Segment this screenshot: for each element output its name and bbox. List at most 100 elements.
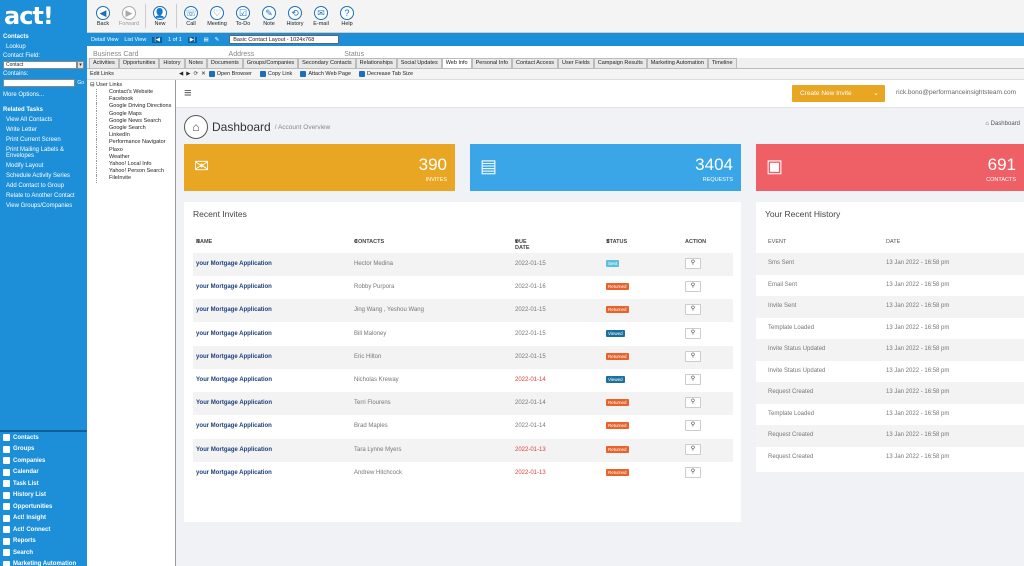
tab-user-fields[interactable]: User Fields bbox=[557, 58, 594, 68]
decrease-tab-size-button[interactable]: Decrease Tab Size bbox=[359, 71, 413, 77]
view-search-icon[interactable]: ⚲ bbox=[685, 304, 701, 316]
tab-marketing-automation[interactable]: Marketing Automation bbox=[646, 58, 708, 68]
link-yahoo-person-search[interactable]: Yahoo! Person Search bbox=[96, 168, 172, 176]
link-performance-navigator[interactable]: Performance Navigator bbox=[96, 139, 172, 147]
attach-web-page-button[interactable]: Attach Web Page bbox=[300, 71, 351, 77]
contains-input[interactable] bbox=[3, 79, 76, 87]
invite-name-link[interactable]: Your Mortgage Application bbox=[196, 377, 272, 383]
col-due-date[interactable]: DUE DATE ▾ bbox=[515, 239, 530, 251]
sidebar-item-task-list[interactable]: Task List bbox=[0, 478, 87, 490]
sidebar-item-act-insight[interactable]: Act! Insight bbox=[0, 513, 87, 525]
breadcrumb[interactable]: ⌂ Dashboard bbox=[985, 121, 1020, 127]
first-record-icon[interactable]: |◀ bbox=[152, 36, 163, 43]
tab-notes[interactable]: Notes bbox=[184, 58, 207, 68]
edit-icon[interactable]: ✎ bbox=[215, 37, 220, 43]
task-print-current-screen[interactable]: Print Current Screen bbox=[0, 135, 87, 145]
tab-documents[interactable]: Documents bbox=[206, 58, 243, 68]
view-search-icon[interactable]: ⚲ bbox=[685, 281, 701, 293]
link-yahoo-local-info[interactable]: Yahoo! Local Info bbox=[96, 161, 172, 169]
invite-name-link[interactable]: Your Mortgage Application bbox=[196, 400, 272, 406]
refresh-icon[interactable]: ⟳ bbox=[193, 71, 198, 77]
more-options-link[interactable]: More Options... bbox=[0, 90, 87, 100]
tab-groups-companies[interactable]: Groups/Companies bbox=[242, 58, 299, 68]
link-contact-s-website[interactable]: Contact's Website bbox=[96, 89, 172, 97]
tab-activities[interactable]: Activities bbox=[89, 58, 119, 68]
detail-view-button[interactable]: Detail View bbox=[91, 37, 118, 43]
create-new-invite-button[interactable]: Create New Invite ⌄ bbox=[792, 85, 885, 102]
task-modify-layout[interactable]: Modify Layout bbox=[0, 161, 87, 171]
link-facebook[interactable]: Facebook bbox=[96, 96, 172, 104]
stop-icon[interactable]: ✕ bbox=[201, 71, 206, 77]
task-view-all-contacts[interactable]: View All Contacts bbox=[0, 115, 87, 125]
sidebar-item-groups[interactable]: Groups bbox=[0, 444, 87, 456]
invite-name-link[interactable]: your Mortgage Application bbox=[196, 307, 272, 313]
view-search-icon[interactable]: ⚲ bbox=[685, 258, 701, 269]
task-add-contact-to-group[interactable]: Add Contact to Group bbox=[0, 181, 87, 191]
invite-name-link[interactable]: your Mortgage Application bbox=[196, 331, 272, 337]
call-button[interactable]: ☏ Call bbox=[179, 0, 203, 32]
chevron-down-icon[interactable]: ▾ bbox=[77, 61, 84, 69]
open-browser-button[interactable]: Open Browser bbox=[208, 71, 252, 77]
to-do-button[interactable]: ☑ To-Do bbox=[231, 0, 255, 32]
requests-stat-card[interactable]: ▤ 3404 Requests bbox=[470, 144, 741, 191]
link-fileinvite[interactable]: FileInvite bbox=[96, 175, 172, 183]
sidebar-item-opportunities[interactable]: Opportunities bbox=[0, 501, 87, 513]
task-relate-to-another-contact[interactable]: Relate to Another Contact bbox=[0, 191, 87, 201]
view-search-icon[interactable]: ⚲ bbox=[685, 466, 701, 478]
help-button[interactable]: ? Help bbox=[335, 0, 359, 32]
sidebar-item-search[interactable]: Search bbox=[0, 547, 87, 559]
view-search-icon[interactable]: ⚲ bbox=[685, 397, 701, 409]
sidebar-item-companies[interactable]: Companies bbox=[0, 455, 87, 467]
invites-stat-card[interactable]: ✉ 390 Invites bbox=[184, 144, 455, 191]
link-plaxo[interactable]: Plaxo bbox=[96, 146, 172, 154]
view-search-icon[interactable]: ⚲ bbox=[685, 327, 701, 339]
print-icon[interactable]: ▤ bbox=[203, 37, 208, 43]
go-button[interactable]: Go bbox=[77, 80, 84, 86]
tab-history[interactable]: History bbox=[159, 58, 185, 68]
task-print-mailing-labels-envelopes[interactable]: Print Mailing Labels & Envelopes bbox=[0, 145, 87, 161]
invite-name-link[interactable]: Your Mortgage Application bbox=[196, 447, 272, 453]
task-schedule-activity-series[interactable]: Schedule Activity Series bbox=[0, 171, 87, 181]
link-google-search[interactable]: Google Search bbox=[96, 125, 172, 133]
sidebar-item-contacts[interactable]: Contacts bbox=[0, 432, 87, 444]
link-linkedin[interactable]: LinkedIn bbox=[96, 132, 172, 140]
tab-secondary-contacts[interactable]: Secondary Contacts bbox=[298, 58, 356, 68]
edit-links-button[interactable]: Edit Links bbox=[90, 71, 114, 77]
sidebar-item-marketing-automation[interactable]: Marketing Automation bbox=[0, 559, 87, 566]
sidebar-item-calendar[interactable]: Calendar bbox=[0, 467, 87, 479]
link-google-maps[interactable]: Google Maps bbox=[96, 110, 172, 118]
invite-name-link[interactable]: your Mortgage Application bbox=[196, 284, 272, 290]
contact-field-select[interactable]: Contact bbox=[3, 61, 77, 69]
history-button[interactable]: ⟲ History bbox=[283, 0, 307, 32]
col-status[interactable]: STATUS ⇕ bbox=[606, 239, 627, 245]
copy-link-button[interactable]: Copy Link bbox=[259, 71, 292, 77]
back-icon[interactable]: ◀ bbox=[179, 71, 183, 77]
tab-relationships[interactable]: Relationships bbox=[355, 58, 397, 68]
sidebar-item-reports[interactable]: Reports bbox=[0, 536, 87, 548]
invite-name-link[interactable]: your Mortgage Application bbox=[196, 423, 272, 429]
new-button[interactable]: 👤 New bbox=[148, 0, 172, 32]
sidebar-item-act-connect[interactable]: Act! Connect bbox=[0, 524, 87, 536]
sidebar-item-history-list[interactable]: History List bbox=[0, 490, 87, 502]
last-record-icon[interactable]: ▶| bbox=[187, 36, 198, 43]
link-weather[interactable]: Weather bbox=[96, 153, 172, 162]
invite-name-link[interactable]: your Mortgage Application bbox=[196, 470, 272, 476]
back-button[interactable]: ◀ Back bbox=[91, 0, 115, 32]
invite-name-link[interactable]: your Mortgage Application bbox=[196, 354, 272, 360]
task-write-letter[interactable]: Write Letter bbox=[0, 125, 87, 135]
tab-timeline[interactable]: Timeline bbox=[707, 58, 737, 68]
view-search-icon[interactable]: ⚲ bbox=[685, 350, 701, 362]
user-email[interactable]: rick.bono@performanceinsightsteam.com bbox=[896, 89, 1016, 96]
lookup-link[interactable]: Lookup bbox=[0, 42, 87, 52]
col-contacts[interactable]: CONTACTS ⇕ bbox=[354, 239, 384, 245]
tab-personal-info[interactable]: Personal Info bbox=[471, 58, 513, 68]
tab-contact-access[interactable]: Contact Access bbox=[512, 58, 558, 68]
tab-web-info[interactable]: Web Info bbox=[441, 58, 472, 68]
contacts-stat-card[interactable]: ▣ 691 Contacts bbox=[756, 144, 1024, 191]
list-view-button[interactable]: List View bbox=[124, 37, 146, 43]
invite-name-link[interactable]: your Mortgage Application bbox=[196, 261, 272, 267]
tab-opportunities[interactable]: Opportunities bbox=[118, 58, 160, 68]
tab-social-updates[interactable]: Social Updates bbox=[396, 58, 442, 68]
note-button[interactable]: ✎ Note bbox=[257, 0, 281, 32]
view-search-icon[interactable]: ⚲ bbox=[685, 374, 701, 385]
